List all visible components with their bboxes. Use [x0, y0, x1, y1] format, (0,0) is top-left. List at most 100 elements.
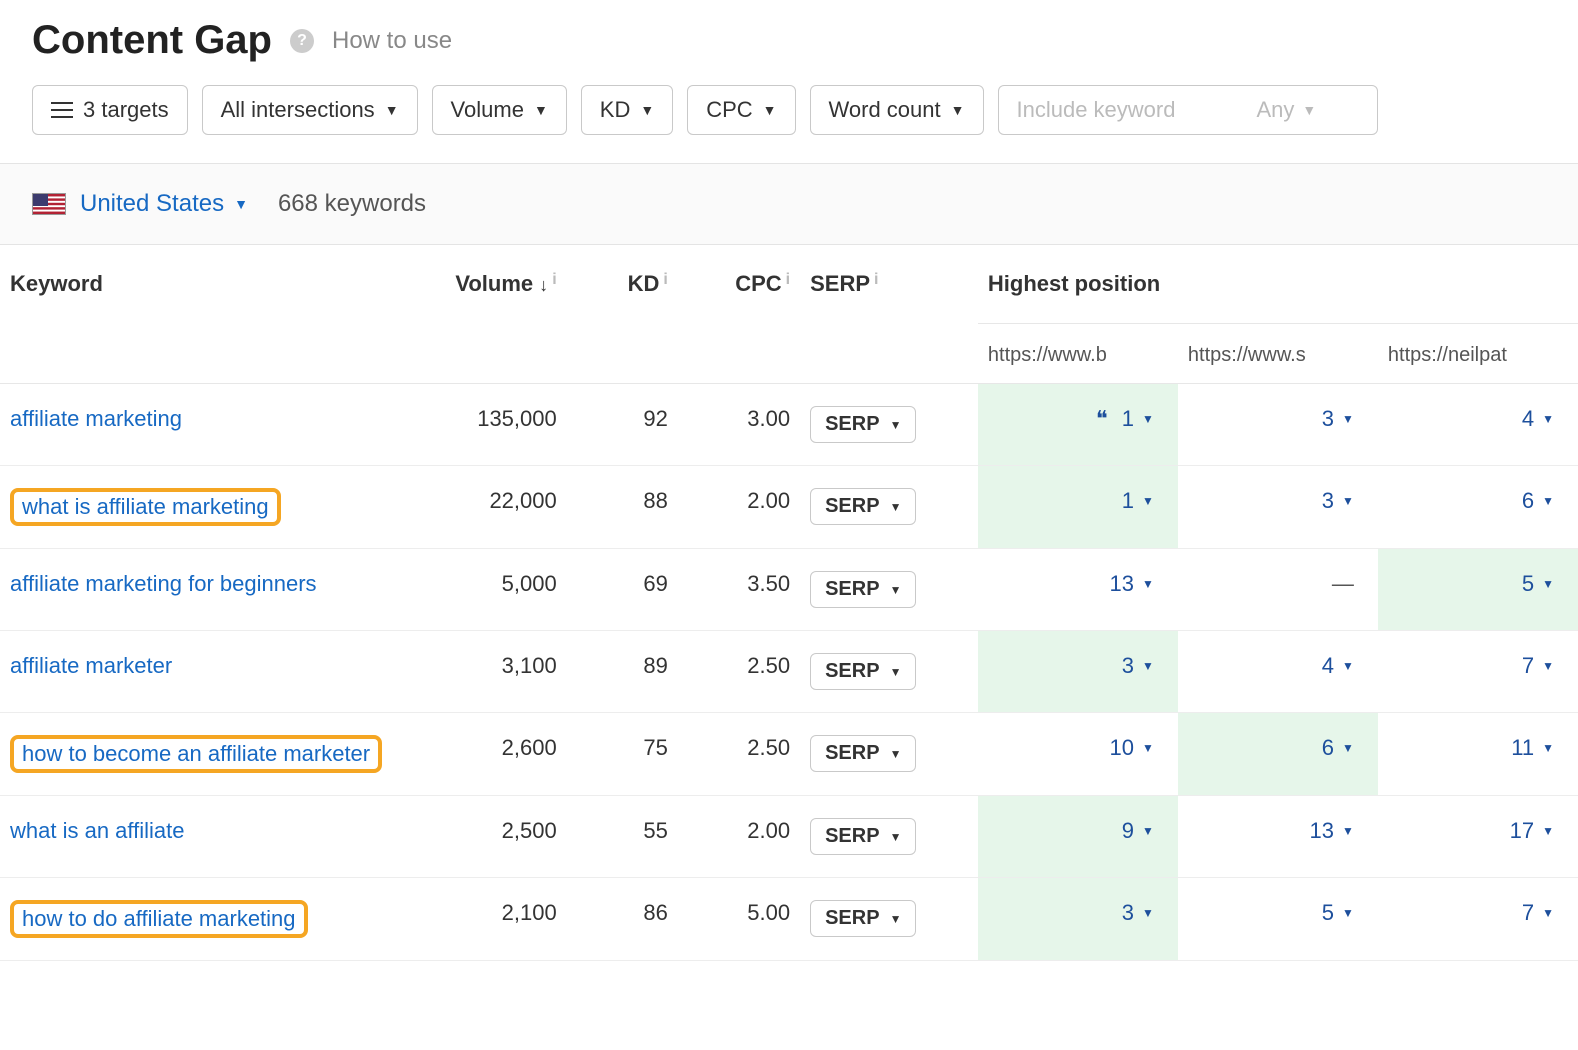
chevron-down-icon: ▼: [1342, 659, 1354, 673]
how-to-use-link[interactable]: How to use: [332, 27, 452, 55]
position-cell[interactable]: 9▼: [978, 796, 1178, 878]
position-cell[interactable]: 7▼: [1378, 878, 1578, 961]
chevron-down-icon: ▼: [234, 196, 248, 212]
chevron-down-icon: ▼: [1142, 824, 1154, 838]
chevron-down-icon: ▼: [1542, 741, 1554, 755]
keyword-link[interactable]: how to do affiliate marketing: [10, 900, 308, 938]
kd-filter-label: KD: [600, 99, 631, 121]
chevron-down-icon: ▼: [1342, 412, 1354, 426]
col-volume[interactable]: Volume ↓i: [400, 245, 567, 384]
competitor-2[interactable]: https://www.s: [1178, 324, 1378, 384]
position-cell[interactable]: 5▼: [1178, 878, 1378, 961]
info-icon[interactable]: i: [874, 271, 878, 288]
keyword-link[interactable]: how to become an affiliate marketer: [10, 735, 382, 773]
serp-button[interactable]: SERP▼: [810, 653, 916, 690]
position-cell[interactable]: 6▼: [1378, 466, 1578, 549]
intersections-filter[interactable]: All intersections ▼: [202, 85, 418, 135]
cell-kd: 89: [567, 631, 678, 713]
chevron-down-icon: ▼: [890, 418, 902, 432]
cell-volume: 135,000: [400, 384, 567, 466]
position-cell[interactable]: ❝1▼: [978, 384, 1178, 466]
serp-button[interactable]: SERP▼: [810, 900, 916, 937]
competitor-1[interactable]: https://www.b: [978, 324, 1178, 384]
serp-feature-icon: ❝: [1096, 406, 1108, 432]
keyword-link[interactable]: what is affiliate marketing: [10, 488, 281, 526]
position-cell[interactable]: 13▼: [1178, 796, 1378, 878]
info-icon[interactable]: i: [786, 271, 790, 288]
cell-cpc: 2.50: [678, 713, 800, 796]
keywords-count: 668 keywords: [278, 190, 426, 218]
chevron-down-icon: ▼: [890, 500, 902, 514]
position-cell[interactable]: 6▼: [1178, 713, 1378, 796]
volume-filter[interactable]: Volume ▼: [432, 85, 567, 135]
position-cell[interactable]: 11▼: [1378, 713, 1578, 796]
chevron-down-icon: ▼: [1542, 494, 1554, 508]
chevron-down-icon: ▼: [890, 583, 902, 597]
competitor-3[interactable]: https://neilpat: [1378, 324, 1578, 384]
keyword-link[interactable]: what is an affiliate: [10, 818, 184, 843]
kd-filter[interactable]: KD ▼: [581, 85, 673, 135]
serp-button[interactable]: SERP▼: [810, 735, 916, 772]
position-cell[interactable]: 3▼: [1178, 384, 1378, 466]
serp-button[interactable]: SERP▼: [810, 406, 916, 443]
position-cell[interactable]: 7▼: [1378, 631, 1578, 713]
include-mode-label: Any: [1257, 97, 1295, 123]
table-row: affiliate marketing 135,000923.00 SERP▼ ❝1▼…: [0, 384, 1578, 466]
volume-filter-label: Volume: [451, 99, 524, 121]
sort-desc-icon: ↓: [539, 275, 548, 295]
chevron-down-icon: ▼: [1342, 494, 1354, 508]
keyword-link[interactable]: affiliate marketing for beginners: [10, 571, 317, 596]
serp-button[interactable]: SERP▼: [810, 571, 916, 608]
chevron-down-icon: ▼: [385, 103, 399, 117]
chevron-down-icon: ▼: [1342, 824, 1354, 838]
include-keyword-field[interactable]: Any ▼: [998, 85, 1378, 135]
cpc-filter[interactable]: CPC ▼: [687, 85, 795, 135]
chevron-down-icon: ▼: [890, 912, 902, 926]
targets-filter[interactable]: 3 targets: [32, 85, 188, 135]
position-cell[interactable]: 13▼: [978, 549, 1178, 631]
info-icon[interactable]: i: [552, 271, 556, 288]
include-mode-select[interactable]: Any ▼: [1257, 97, 1317, 123]
col-keyword[interactable]: Keyword: [0, 245, 400, 384]
position-cell[interactable]: 4▼: [1178, 631, 1378, 713]
chevron-down-icon: ▼: [1142, 741, 1154, 755]
chevron-down-icon: ▼: [1542, 824, 1554, 838]
sliders-icon: [51, 102, 73, 118]
cell-kd: 69: [567, 549, 678, 631]
wordcount-filter[interactable]: Word count ▼: [810, 85, 984, 135]
info-icon[interactable]: i: [663, 271, 667, 288]
country-select[interactable]: United States ▼: [32, 190, 248, 218]
keyword-link[interactable]: affiliate marketing: [10, 406, 182, 431]
serp-button[interactable]: SERP▼: [810, 818, 916, 855]
col-cpc[interactable]: CPCi: [678, 245, 800, 384]
cell-volume: 2,100: [400, 878, 567, 961]
targets-label: 3 targets: [83, 99, 169, 121]
chevron-down-icon: ▼: [1142, 412, 1154, 426]
position-cell[interactable]: 17▼: [1378, 796, 1578, 878]
position-cell[interactable]: 1▼: [978, 466, 1178, 549]
col-kd[interactable]: KDi: [567, 245, 678, 384]
table-row: what is an affiliate2,500552.00SERP▼9▼13…: [0, 796, 1578, 878]
keyword-link[interactable]: affiliate marketer: [10, 653, 172, 678]
position-cell[interactable]: 3▼: [1178, 466, 1378, 549]
position-cell[interactable]: 10▼: [978, 713, 1178, 796]
serp-button[interactable]: SERP▼: [810, 488, 916, 525]
table-row: how to become an affiliate marketer2,600…: [0, 713, 1578, 796]
col-serp[interactable]: SERPi: [800, 245, 978, 384]
cell-cpc: 3.00: [678, 384, 800, 466]
chevron-down-icon: ▼: [1542, 906, 1554, 920]
include-keyword-input[interactable]: [1017, 97, 1257, 123]
position-cell[interactable]: —: [1178, 549, 1378, 631]
position-cell[interactable]: 3▼: [978, 878, 1178, 961]
cell-kd: 86: [567, 878, 678, 961]
chevron-down-icon: ▼: [1542, 412, 1554, 426]
position-cell[interactable]: 4▼: [1378, 384, 1578, 466]
cell-cpc: 5.00: [678, 878, 800, 961]
cell-volume: 22,000: [400, 466, 567, 549]
cell-kd: 55: [567, 796, 678, 878]
position-cell[interactable]: 5▼: [1378, 549, 1578, 631]
position-cell[interactable]: 3▼: [978, 631, 1178, 713]
cell-kd: 92: [567, 384, 678, 466]
cell-cpc: 2.00: [678, 796, 800, 878]
help-icon[interactable]: ?: [290, 29, 314, 53]
